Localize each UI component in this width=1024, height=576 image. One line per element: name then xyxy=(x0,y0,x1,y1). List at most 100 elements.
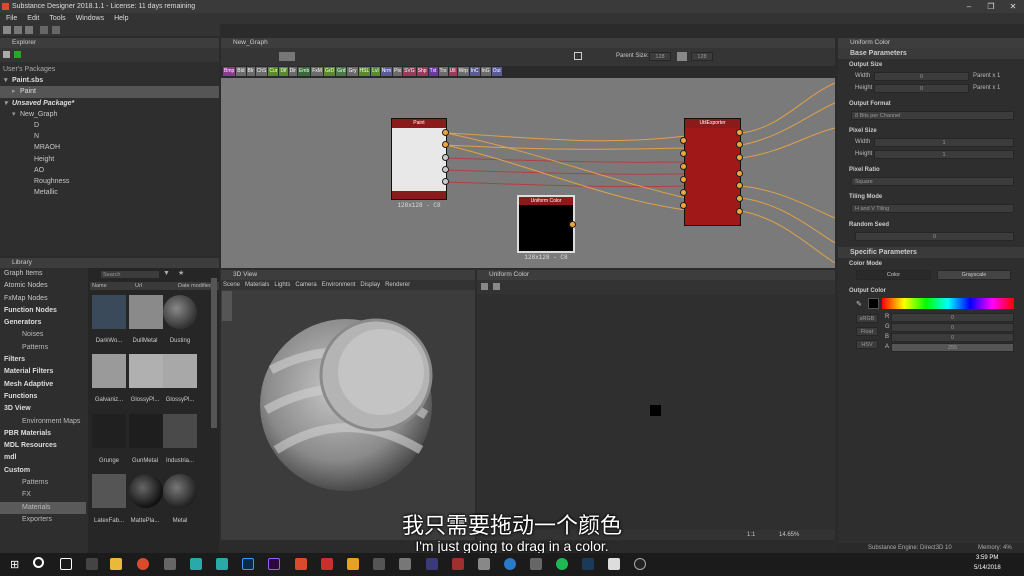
menu-file[interactable]: File xyxy=(6,13,17,24)
b-slider[interactable]: 0 xyxy=(891,333,1014,342)
node-button[interactable]: Wrp xyxy=(457,67,469,76)
clock-date[interactable]: 5/14/2018 xyxy=(974,565,1001,571)
output-d[interactable]: D xyxy=(0,120,219,131)
lib-cat[interactable]: Material Filters xyxy=(0,366,86,378)
node-util-exporter[interactable]: UtilExporter xyxy=(684,118,741,226)
base-params-header[interactable]: Base Parameters xyxy=(838,48,1024,59)
lib-cat[interactable]: FxMap Nodes xyxy=(0,293,86,305)
size-select[interactable]: 128 xyxy=(691,52,713,61)
view2d-viewport[interactable] xyxy=(477,294,835,530)
thumb-dullmetal[interactable] xyxy=(129,295,163,329)
tiling-mode-select[interactable]: H and V Tiling xyxy=(851,204,1014,213)
output-pin[interactable] xyxy=(442,141,449,148)
app-icon[interactable] xyxy=(164,558,176,570)
node-button[interactable]: InG xyxy=(480,67,491,76)
output-pin[interactable] xyxy=(736,129,743,136)
photoshop-icon[interactable] xyxy=(242,558,254,570)
specific-params-header[interactable]: Specific Parameters xyxy=(838,247,1024,258)
menu-lights[interactable]: Lights xyxy=(274,280,290,290)
node-button[interactable]: FxM xyxy=(311,67,323,76)
lib-cat[interactable]: Filters xyxy=(0,354,86,366)
lib-cat[interactable]: PBR Materials xyxy=(0,428,86,440)
layout-icon[interactable] xyxy=(279,52,295,61)
output-pin[interactable] xyxy=(736,182,743,189)
r-slider[interactable]: 0 xyxy=(891,313,1014,322)
lib-subcat[interactable]: Patterns xyxy=(0,342,86,354)
node-button[interactable]: Trs xyxy=(438,67,448,76)
input-pin[interactable] xyxy=(680,163,687,170)
parent-size-select[interactable]: 128 xyxy=(649,52,671,61)
open-icon[interactable] xyxy=(14,26,22,34)
app-icon[interactable] xyxy=(426,558,438,570)
menu-renderer[interactable]: Renderer xyxy=(385,280,410,290)
new-package-icon[interactable] xyxy=(3,51,10,58)
node-button[interactable]: Dif xyxy=(279,67,288,76)
pixel-ratio-select[interactable]: Square xyxy=(851,177,1014,186)
output-pin[interactable] xyxy=(736,141,743,148)
menu-camera[interactable]: Camera xyxy=(295,280,316,290)
output-n[interactable]: N xyxy=(0,131,219,142)
app-icon[interactable] xyxy=(321,558,333,570)
steam-icon[interactable] xyxy=(582,558,594,570)
library-scrollbar[interactable] xyxy=(211,278,217,428)
graph-canvas[interactable]: Paint 128x128 - C8 Uniform Color 128x128… xyxy=(221,78,835,268)
output-pin[interactable] xyxy=(442,129,449,136)
lib-cat[interactable]: Function Nodes xyxy=(0,305,86,317)
graph-new-graph[interactable]: ▾ New_Graph xyxy=(0,109,219,120)
height-slider[interactable]: 0 xyxy=(874,84,969,93)
input-pin[interactable] xyxy=(680,137,687,144)
app-icon[interactable] xyxy=(399,558,411,570)
input-pin[interactable] xyxy=(680,150,687,157)
node-button[interactable]: Bld xyxy=(236,67,246,76)
lib-subcat[interactable]: FX xyxy=(0,489,86,501)
col-date[interactable]: Date modified xyxy=(178,282,212,290)
node-button[interactable]: HSL xyxy=(358,67,371,76)
color-mode-color-button[interactable]: Color xyxy=(856,270,931,280)
collapse-icon[interactable]: ▸ xyxy=(12,86,20,97)
spotify-icon[interactable] xyxy=(556,558,568,570)
node-button[interactable]: Gry xyxy=(347,67,358,76)
node-button[interactable]: SVG xyxy=(403,67,416,76)
output-pin[interactable] xyxy=(736,208,743,215)
app-icon[interactable] xyxy=(634,558,646,570)
node-button[interactable]: Lvl xyxy=(371,67,380,76)
input-pin[interactable] xyxy=(680,176,687,183)
app-icon[interactable] xyxy=(608,558,620,570)
app-icon[interactable] xyxy=(86,558,98,570)
windows-start-icon[interactable]: ⊞ xyxy=(10,558,19,571)
lib-cat[interactable]: mdl xyxy=(0,452,86,464)
pixel-width-slider[interactable]: 1 xyxy=(874,138,1014,147)
thumb-industrial[interactable] xyxy=(163,414,197,448)
lib-cat[interactable]: Custom xyxy=(0,465,86,477)
thumb-glossyplastic-1[interactable] xyxy=(129,354,163,388)
lib-subcat[interactable]: Patterns xyxy=(0,477,86,489)
clock-time[interactable]: 3:59 PM xyxy=(976,555,998,561)
col-name[interactable]: Name xyxy=(92,282,107,290)
save-icon[interactable] xyxy=(25,26,33,34)
undo-icon[interactable] xyxy=(40,26,48,34)
task-view-icon[interactable] xyxy=(60,558,72,570)
menu-scene[interactable]: Scene xyxy=(223,280,240,290)
node-button[interactable]: Txt xyxy=(428,67,438,76)
node-button[interactable]: Cur xyxy=(268,67,279,76)
width-slider[interactable]: 0 xyxy=(874,72,969,81)
srgb-button[interactable]: sRGB xyxy=(856,314,878,323)
color-mode-grayscale-button[interactable]: Grayscale xyxy=(937,270,1011,280)
node-button[interactable]: Emb xyxy=(297,67,311,76)
toolbar-icon[interactable] xyxy=(481,283,488,290)
output-ao[interactable]: AO xyxy=(0,165,219,176)
node-button[interactable]: InC xyxy=(469,67,480,76)
link-icon[interactable] xyxy=(677,52,687,61)
new-graph-icon[interactable] xyxy=(14,51,21,58)
explorer-icon[interactable] xyxy=(110,558,122,570)
menu-windows[interactable]: Windows xyxy=(76,13,104,24)
app-icon[interactable] xyxy=(478,558,490,570)
output-height[interactable]: Height xyxy=(0,154,219,165)
toolbar-icon[interactable] xyxy=(493,283,500,290)
output-pin[interactable] xyxy=(569,221,576,228)
library-search-input[interactable]: Search xyxy=(100,270,160,279)
expand-icon[interactable]: ▾ xyxy=(4,75,12,86)
node-uniform-color[interactable]: Uniform Color xyxy=(517,195,575,253)
node-button[interactable]: Bmp xyxy=(223,67,236,76)
output-metallic[interactable]: Metallic xyxy=(0,187,219,198)
